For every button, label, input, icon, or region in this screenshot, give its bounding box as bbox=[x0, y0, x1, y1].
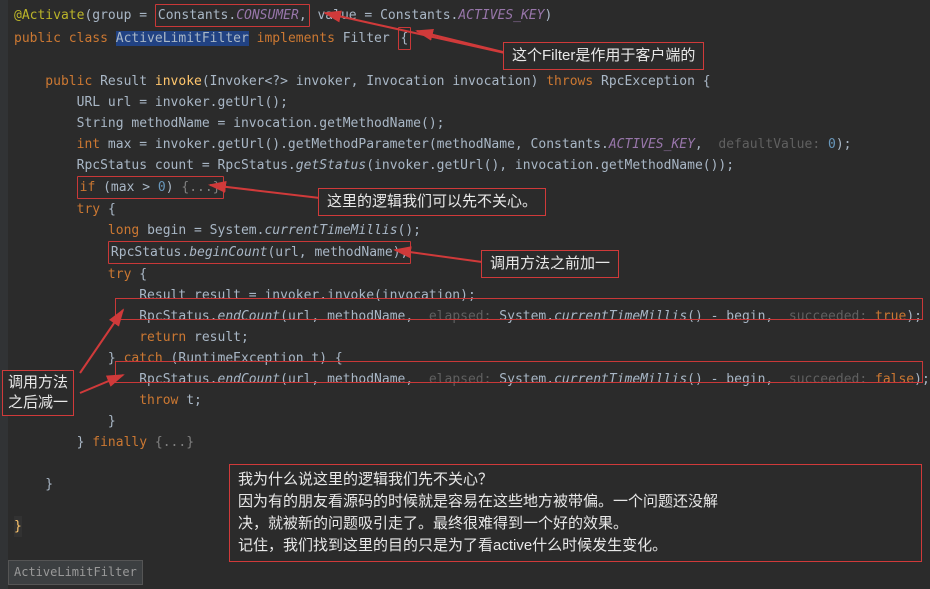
code-line: URL url = invoker.getUrl(); bbox=[14, 92, 930, 113]
code-line: String methodName = invocation.getMethod… bbox=[14, 113, 930, 134]
arrow-icon bbox=[205, 180, 325, 205]
callout-skip-logic: 这里的逻辑我们可以先不关心。 bbox=[318, 188, 546, 216]
box-begincount: RpcStatus.beginCount(url, methodName); bbox=[108, 241, 411, 264]
arrow-icon bbox=[78, 308, 138, 378]
code-line: RpcStatus count = RpcStatus.getStatus(in… bbox=[14, 155, 930, 176]
callout-after-minus: 调用方法 之后减一 bbox=[2, 370, 74, 416]
breadcrumb[interactable]: ActiveLimitFilter bbox=[8, 560, 143, 585]
callout-filter-client: 这个Filter是作用于客户端的 bbox=[503, 42, 704, 70]
code-line: long begin = System.currentTimeMillis(); bbox=[14, 220, 930, 241]
code-line: public Result invoke(Invoker<?> invoker,… bbox=[14, 71, 930, 92]
code-line: return result; bbox=[14, 327, 930, 348]
arrow-icon bbox=[412, 28, 512, 60]
box-consumer: Constants.CONSUMER, bbox=[155, 4, 310, 27]
code-editor[interactable]: @Activate(group = Constants.CONSUMER, va… bbox=[0, 0, 930, 537]
code-line: } finally {...} bbox=[14, 432, 930, 453]
box-if-fold[interactable]: if (max > 0) {...} bbox=[77, 176, 224, 199]
code-line: int max = invoker.getUrl().getMethodPara… bbox=[14, 134, 930, 155]
arrow-icon bbox=[390, 246, 490, 268]
arrow-icon bbox=[78, 373, 138, 403]
code-line: } bbox=[14, 411, 930, 432]
callout-explanation: 我为什么说这里的逻辑我们先不关心？ 因为有的朋友看源码的时候就是容易在这些地方被… bbox=[229, 464, 922, 562]
code-line: } catch (RuntimeException t) { bbox=[14, 348, 930, 369]
code-line: RpcStatus.endCount(url, methodName, elap… bbox=[14, 306, 930, 327]
callout-before-plus: 调用方法之前加一 bbox=[481, 250, 619, 278]
code-line: Result result = invoker.invoke(invocatio… bbox=[14, 285, 930, 306]
code-line: RpcStatus.endCount(url, methodName, elap… bbox=[14, 369, 930, 390]
code-line: throw t; bbox=[14, 390, 930, 411]
